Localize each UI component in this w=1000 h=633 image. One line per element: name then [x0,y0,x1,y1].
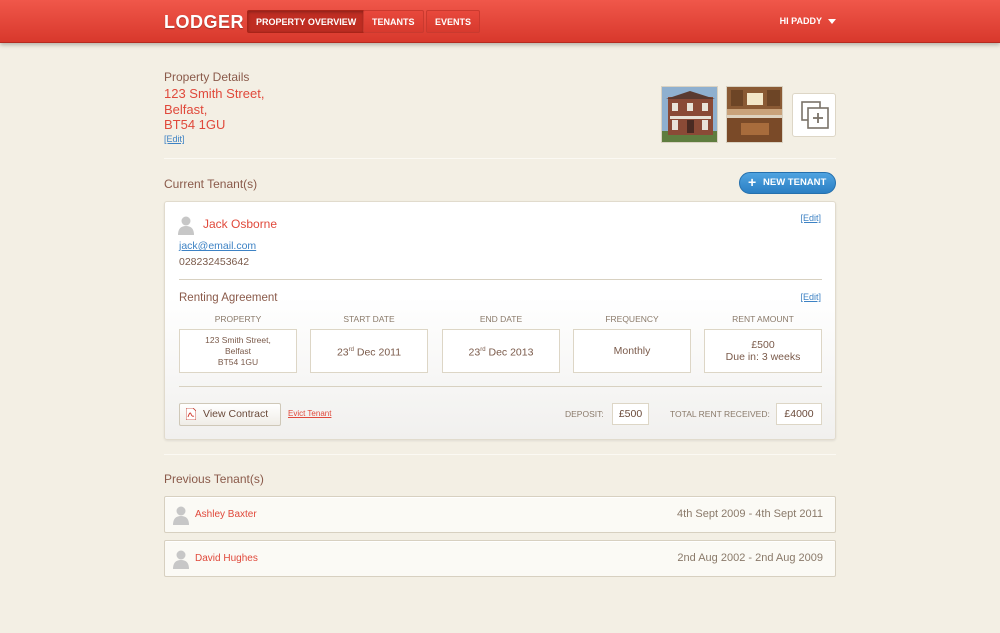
current-tenant-card: Jack Osborne [Edit] jack@email.com 02823… [164,201,836,440]
address-line-1: 123 Smith Street, [164,86,265,101]
card-divider [179,386,822,387]
frequency-value: Monthly [573,329,691,373]
previous-tenant-name: Ashley Baxter [195,509,257,520]
rent-amount-value: £500 Due in: 3 weeks [704,329,822,373]
previous-tenant-name: David Hughes [195,553,258,564]
new-tenant-label: NEW TENANT [763,177,827,188]
edit-property-link[interactable]: [Edit] [164,134,185,144]
house-exterior-photo[interactable] [661,86,718,143]
user-menu[interactable]: HI PADDY [780,16,836,26]
view-contract-label: View Contract [203,408,269,420]
current-tenants-heading: Current Tenant(s) [164,177,258,191]
total-rent-label: TOTAL RENT RECEIVED: [670,409,770,419]
tenant-phone: 028232453642 [179,256,250,268]
edit-agreement-link[interactable]: [Edit] [800,292,821,302]
property-field-value: 123 Smith Street, Belfast BT54 1GU [179,329,297,373]
start-date-value: 23rd Dec 2011 [310,329,428,373]
frequency-field: FREQUENCY Monthly [573,314,691,373]
start-date-day: 23 [336,346,349,359]
person-icon [178,216,194,235]
tenant-email-link[interactable]: jack@email.com [179,240,256,252]
property-line-3: BT54 1GU [217,356,259,367]
rent-amount: £500 [751,339,775,351]
frequency-label: FREQUENCY [605,314,659,324]
section-divider [164,158,836,159]
add-photo-button[interactable] [792,93,836,137]
property-line-1: 123 Smith Street, [205,334,271,345]
end-date-day: 23 [468,346,481,359]
tab-tenants[interactable]: Tenants [363,10,424,33]
total-rent-value: £4000 [776,403,822,425]
person-icon [173,550,189,569]
start-date-rest: Dec 2011 [353,346,402,359]
previous-tenant-dates: 2nd Aug 2002 - 2nd Aug 2009 [677,552,823,564]
property-field-label: PROPERTY [214,314,262,324]
logo[interactable]: LODGER [164,12,244,33]
tenant-name[interactable]: Jack Osborne [203,217,277,231]
address-line-3: BT54 1GU [164,117,226,132]
renting-agreement-heading: Renting Agreement [179,292,278,304]
rent-amount-label: RENT AMOUNT [732,314,794,324]
tab-events[interactable]: Events [426,10,481,33]
end-date-rest: Dec 2013 [485,346,534,359]
end-date-field: END DATE 23rd Dec 2013 [442,314,560,373]
address-line-2: Belfast, [164,101,208,117]
card-divider [179,279,822,280]
pdf-icon [186,408,196,420]
new-tenant-button[interactable]: + NEW TENANT [739,172,836,194]
deposit-label: DEPOSIT: [565,409,604,419]
edit-tenant-link[interactable]: [Edit] [800,213,821,223]
rent-amount-field: RENT AMOUNT £500 Due in: 3 weeks [704,314,822,373]
top-navigation-bar: LODGER Property Overview Tenants Events … [0,0,1000,43]
person-icon [173,506,189,525]
add-photo-icon [801,101,829,129]
previous-tenant-row[interactable]: David Hughes 2nd Aug 2002 - 2nd Aug 2009 [164,540,836,577]
deposit-value: £500 [612,403,649,425]
end-date-label: END DATE [479,314,523,324]
rent-due: Due in: 3 weeks [725,351,801,363]
kitchen-interior-photo[interactable] [726,86,783,143]
plus-icon: + [748,174,757,190]
start-date-label: START DATE [343,314,395,324]
property-details-heading: Property Details [164,70,250,84]
previous-tenant-row[interactable]: Ashley Baxter 4th Sept 2009 - 4th Sept 2… [164,496,836,533]
previous-tenants-heading: Previous Tenant(s) [164,472,264,486]
end-date-value: 23rd Dec 2013 [442,329,560,373]
property-field: PROPERTY 123 Smith Street, Belfast BT54 … [179,314,297,373]
section-divider [164,454,836,455]
tab-property-overview[interactable]: Property Overview [247,10,366,33]
view-contract-button[interactable]: View Contract [179,403,281,426]
chevron-down-icon [828,19,836,25]
previous-tenant-dates: 4th Sept 2009 - 4th Sept 2011 [677,508,823,520]
user-greeting: HI PADDY [779,16,822,26]
evict-tenant-link[interactable]: Evict Tenant [288,409,331,418]
property-line-2: Belfast [225,345,251,356]
start-date-field: START DATE 23rd Dec 2011 [310,314,428,373]
property-address: 123 Smith Street, Belfast, BT54 1GU [164,86,264,133]
